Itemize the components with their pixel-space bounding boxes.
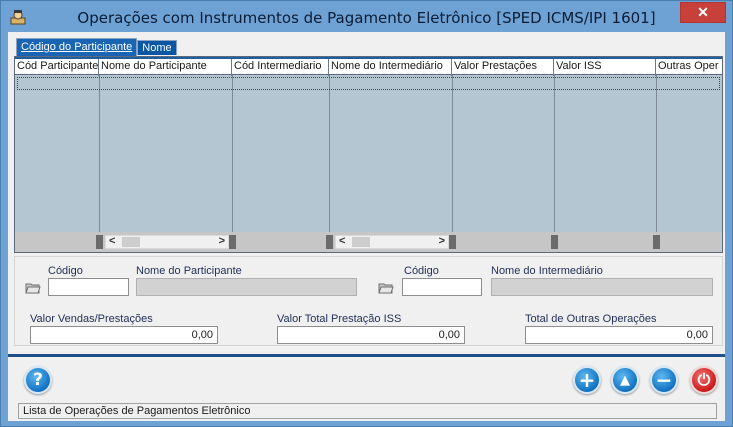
col-header-nome-participante[interactable]: Nome do Participante (99, 59, 232, 76)
help-button[interactable]: ? (24, 366, 52, 394)
codigo-participante-label: Código (48, 265, 83, 277)
remove-button[interactable]: − (650, 366, 678, 394)
selected-empty-row[interactable] (17, 77, 720, 90)
minus-icon: − (655, 368, 673, 392)
folder-open-icon[interactable] (378, 281, 394, 294)
codigo-intermediario-label: Código (404, 265, 439, 277)
column-splitter[interactable] (449, 235, 456, 249)
status-bar: Lista de Operações de Pagamentos Eletrôn… (18, 403, 717, 419)
col-header-valor-prestacoes[interactable]: Valor Prestações (452, 59, 554, 76)
column-splitter[interactable] (653, 235, 660, 249)
tab-nome[interactable]: Nome (137, 40, 177, 55)
codigo-intermediario-input[interactable] (402, 278, 482, 296)
vendas-total-field: 0,00 (30, 326, 218, 344)
vendas-label: Valor Vendas/Prestações (30, 313, 153, 325)
window-title: Operações com Instrumentos de Pagamento … (77, 9, 656, 27)
col-header-valor-iss[interactable]: Valor ISS (554, 59, 656, 76)
move-up-button[interactable]: ▲ (611, 366, 639, 394)
col-divider (554, 75, 555, 232)
nome-participante-field (136, 278, 357, 296)
col-divider (232, 75, 233, 232)
scroll-right-icon[interactable]: > (439, 235, 445, 247)
folder-open-icon[interactable] (25, 281, 41, 294)
title-bar: Operações com Instrumentos de Pagamento … (1, 1, 732, 32)
scroll-thumb[interactable] (352, 237, 370, 247)
col-header-cod-participante[interactable]: Cód Participante (15, 59, 99, 76)
scroll-left-icon[interactable]: < (109, 235, 115, 247)
col-divider (99, 75, 100, 232)
iss-total-field: 0,00 (277, 326, 465, 344)
help-icon: ? (33, 370, 43, 390)
codigo-participante-input[interactable] (48, 278, 129, 296)
nome-participante-hscrollbar[interactable]: < > (105, 235, 229, 249)
client-area: Código do Participante Nome Cód Particip… (8, 32, 725, 421)
nome-intermediario-label: Nome do Intermediário (491, 265, 603, 277)
scroll-thumb[interactable] (122, 237, 140, 247)
column-splitter[interactable] (96, 235, 103, 249)
arrow-up-icon: ▲ (620, 372, 630, 388)
filter-panel: Código Nome do Participante Código Nome … (14, 256, 723, 346)
tab-strip: Código do Participante Nome (16, 38, 177, 56)
close-button[interactable]: ✕ (680, 2, 726, 23)
plus-icon: + (578, 368, 596, 392)
toolbar-separator (8, 354, 725, 357)
column-splitter[interactable] (229, 235, 236, 249)
add-button[interactable]: + (573, 366, 601, 394)
col-divider (452, 75, 453, 232)
nome-participante-label: Nome do Participante (136, 265, 242, 277)
column-splitter[interactable] (326, 235, 333, 249)
col-header-outras-operacoes[interactable]: Outras Oper (656, 59, 722, 76)
tab-codigo-participante[interactable]: Código do Participante (16, 38, 138, 56)
col-header-cod-intermediario[interactable]: Cód Intermediario (232, 59, 329, 76)
outras-label: Total de Outras Operações (525, 313, 657, 325)
scroll-left-icon[interactable]: < (339, 235, 345, 247)
power-icon: ⏻ (697, 370, 711, 389)
close-icon: ✕ (697, 4, 709, 20)
nome-intermediario-hscrollbar[interactable]: < > (335, 235, 449, 249)
col-divider (329, 75, 330, 232)
iss-label: Valor Total Prestação ISS (277, 313, 402, 325)
outras-total-field: 0,00 (525, 326, 713, 344)
grid-footer-scrollbars: < > < > (15, 232, 722, 252)
column-splitter[interactable] (551, 235, 558, 249)
operations-grid[interactable]: Cód Participante Nome do Participante Có… (14, 56, 723, 253)
grid-header: Cód Participante Nome do Participante Có… (15, 57, 722, 76)
scroll-right-icon[interactable]: > (219, 235, 225, 247)
main-window: Operações com Instrumentos de Pagamento … (0, 0, 733, 427)
col-header-nome-intermediario[interactable]: Nome do Intermediário (329, 59, 452, 76)
exit-button[interactable]: ⏻ (690, 366, 718, 394)
col-divider (656, 75, 657, 232)
nome-intermediario-field (491, 278, 713, 296)
